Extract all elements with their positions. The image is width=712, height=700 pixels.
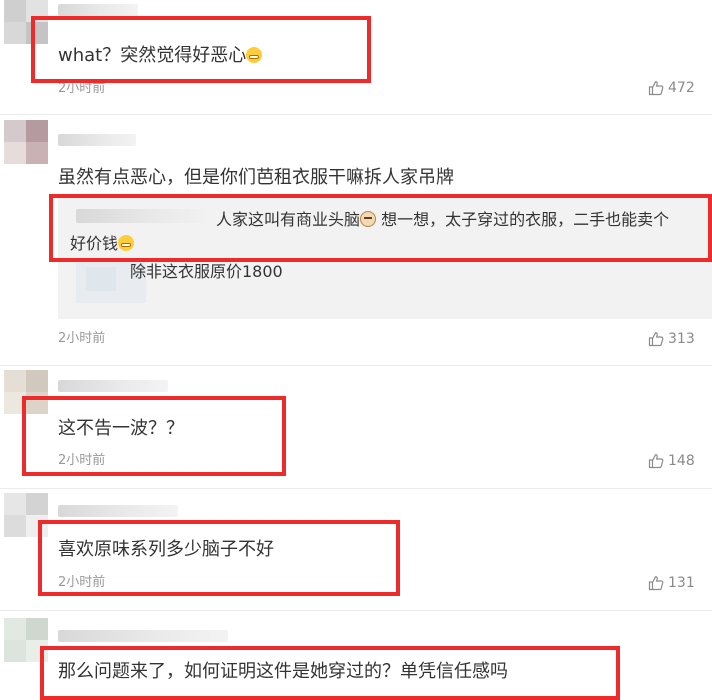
- dog-emoji-icon: [360, 211, 377, 227]
- thumbs-up-icon: [648, 576, 664, 591]
- divider: [0, 365, 712, 366]
- divider: [0, 488, 712, 489]
- comment-text: 这不告一波？？: [58, 418, 184, 439]
- reply-item: 除非这衣服原价1800: [130, 262, 283, 281]
- grimace-emoji-icon: [246, 47, 263, 63]
- divider: [0, 610, 712, 611]
- avatar[interactable]: [4, 493, 48, 537]
- comment-time: 2小时前: [58, 453, 106, 468]
- comment-text: 那么问题来了，如何证明这件是她穿过的？单凭信任感吗: [58, 661, 508, 682]
- like-button[interactable]: 313: [648, 331, 695, 347]
- avatar[interactable]: [4, 370, 48, 414]
- like-count: 313: [668, 331, 695, 347]
- username-blurred[interactable]: [58, 134, 136, 146]
- username-blurred[interactable]: [58, 505, 178, 517]
- reply-item: 人家这叫有商业头脑 想一想，太子穿过的衣服，二手也能卖个: [216, 209, 669, 231]
- comment-time: 2小时前: [58, 331, 106, 346]
- comment-time: 2小时前: [58, 575, 106, 590]
- reply-list: 人家这叫有商业头脑 想一想，太子穿过的衣服，二手也能卖个 好价钱 除非这衣服原价…: [58, 197, 712, 319]
- thumbs-up-icon: [648, 332, 664, 347]
- comment-text: what？突然觉得好恶心: [58, 44, 263, 68]
- comment-time: 2小时前: [58, 81, 106, 96]
- grimace-emoji-icon: [118, 235, 135, 251]
- comment-text: 虽然有点恶心，但是你们芭租衣服干嘛拆人家吊牌: [58, 167, 454, 188]
- like-count: 131: [668, 575, 695, 591]
- like-button[interactable]: 131: [648, 575, 695, 591]
- reply-text: 人家这叫有商业头脑: [216, 210, 361, 229]
- username-blurred[interactable]: [58, 630, 228, 642]
- username-blurred[interactable]: [58, 380, 168, 392]
- reply-item-line2: 好价钱: [70, 233, 135, 255]
- like-count: 472: [668, 80, 695, 96]
- like-count: 148: [668, 453, 695, 469]
- thumbs-up-icon: [648, 454, 664, 469]
- avatar[interactable]: [4, 120, 48, 164]
- like-button[interactable]: 148: [648, 453, 695, 469]
- avatar[interactable]: [4, 618, 48, 662]
- divider: [0, 114, 712, 115]
- thumbs-up-icon: [648, 81, 664, 96]
- comment-text-content: what？突然觉得好恶心: [58, 45, 247, 66]
- reply-text: 想一想，太子穿过的衣服，二手也能卖个: [376, 210, 670, 229]
- reply-text: 好价钱: [70, 234, 119, 253]
- avatar[interactable]: [4, 0, 48, 44]
- like-button[interactable]: 472: [648, 80, 695, 96]
- comment-text: 喜欢原味系列多少脑子不好: [58, 539, 274, 560]
- username-blurred[interactable]: [58, 4, 138, 16]
- reply-username-blurred[interactable]: [76, 209, 218, 223]
